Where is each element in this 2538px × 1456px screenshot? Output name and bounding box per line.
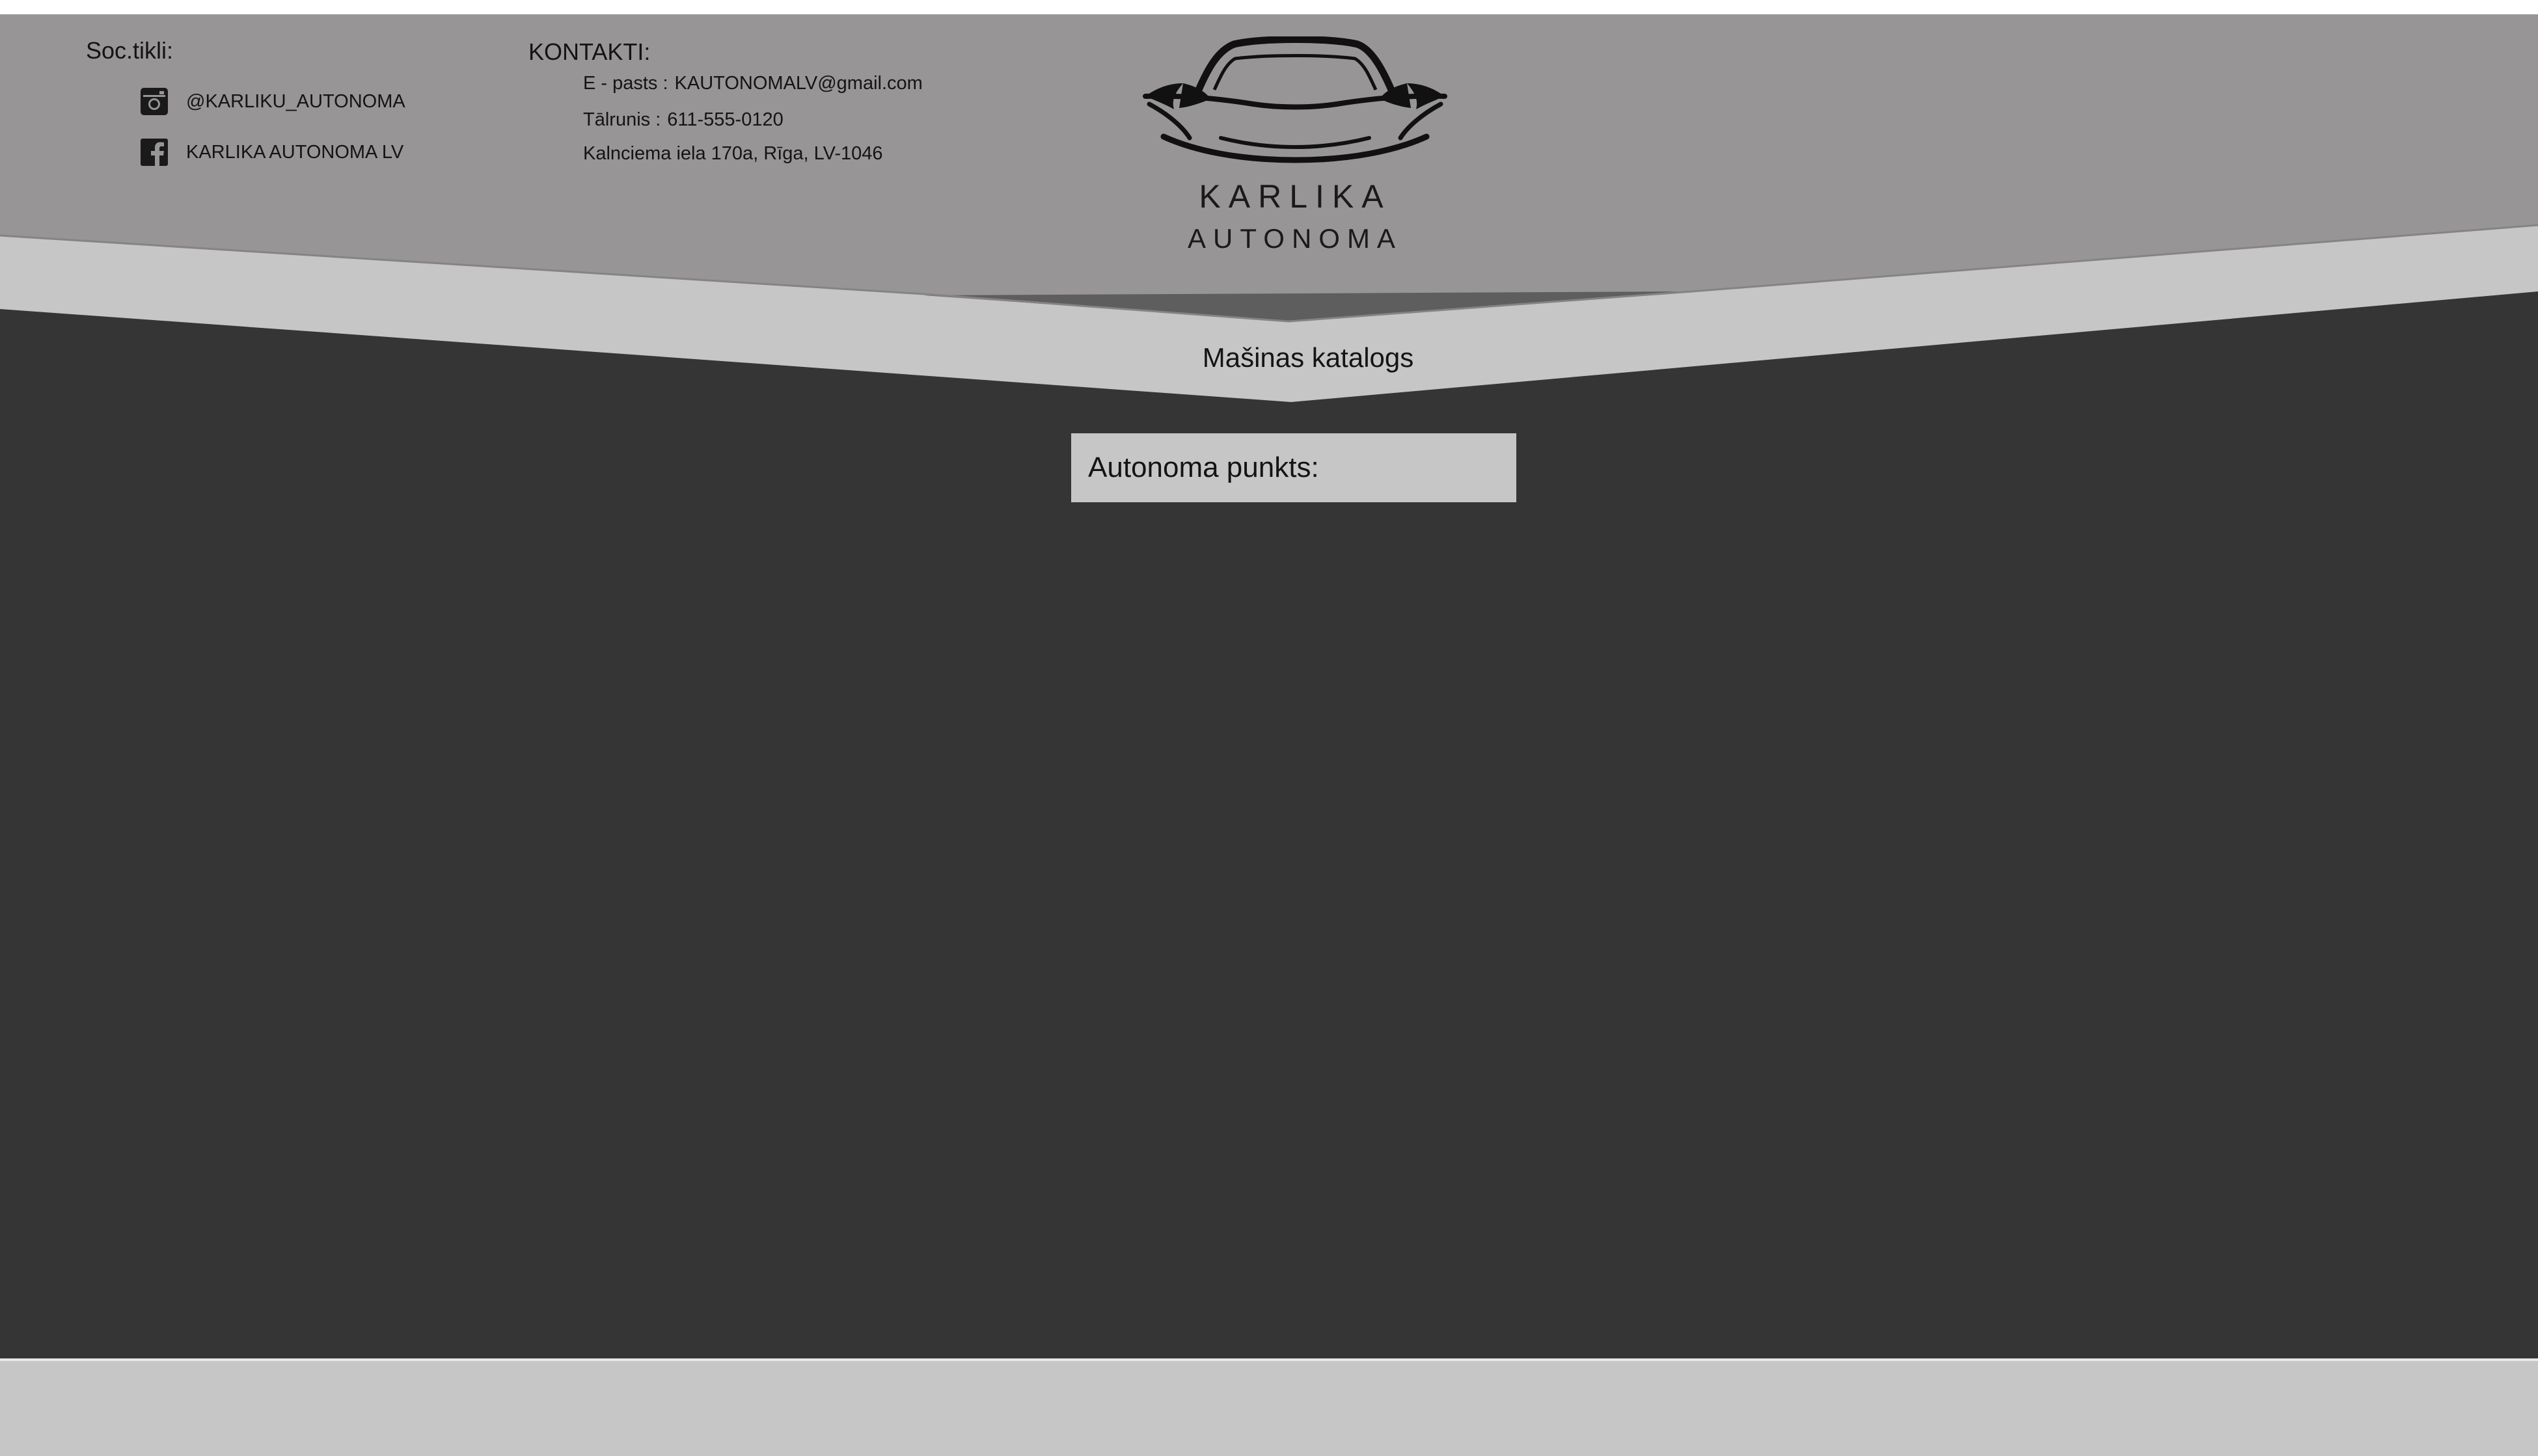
instagram-icon bbox=[141, 88, 168, 115]
phone-value: 611-555-0120 bbox=[667, 109, 784, 130]
footer-background bbox=[0, 1361, 2538, 1456]
contact-address: Kalnciema iela 170a, Rīga, LV-1046 bbox=[583, 143, 883, 164]
social-instagram-link[interactable]: @KARLIKU_AUTONOMA bbox=[141, 86, 405, 117]
site-logo[interactable]: KARLIKA AUTONOMA bbox=[1132, 33, 1458, 260]
logo-text-line2: AUTONOMA bbox=[1188, 223, 1402, 254]
contact-email: E - pasts : KAUTONOMALV@gmail.com bbox=[583, 72, 923, 95]
punkts-box: Autonoma punkts: bbox=[1071, 433, 1516, 502]
email-value[interactable]: KAUTONOMALV@gmail.com bbox=[675, 73, 923, 94]
facebook-icon bbox=[141, 139, 168, 166]
page: Soc.tikli: @KARLIKU_AUTONOMA KARLIKA AUT… bbox=[0, 0, 2538, 1456]
punkts-label: Autonoma punkts: bbox=[1088, 452, 1319, 483]
contact-phone: Tālrunis : 611-555-0120 bbox=[583, 108, 784, 131]
phone-label: Tālrunis : bbox=[583, 109, 661, 130]
catalog-link[interactable]: Mašinas katalogs bbox=[1158, 338, 1458, 377]
facebook-label: KARLIKA AUTONOMA LV bbox=[186, 141, 404, 163]
social-facebook-link[interactable]: KARLIKA AUTONOMA LV bbox=[141, 137, 403, 168]
main-background bbox=[0, 260, 2538, 1358]
social-title: Soc.tikli: bbox=[86, 37, 174, 64]
contacts-title: KONTAKTI: bbox=[528, 38, 651, 65]
logo-text-line1: KARLIKA bbox=[1199, 178, 1391, 215]
footer-divider bbox=[0, 1358, 2538, 1361]
top-strip bbox=[0, 0, 2538, 14]
instagram-label: @KARLIKU_AUTONOMA bbox=[186, 90, 405, 112]
email-label: E - pasts : bbox=[583, 73, 668, 94]
car-logo-icon bbox=[1143, 36, 1447, 163]
